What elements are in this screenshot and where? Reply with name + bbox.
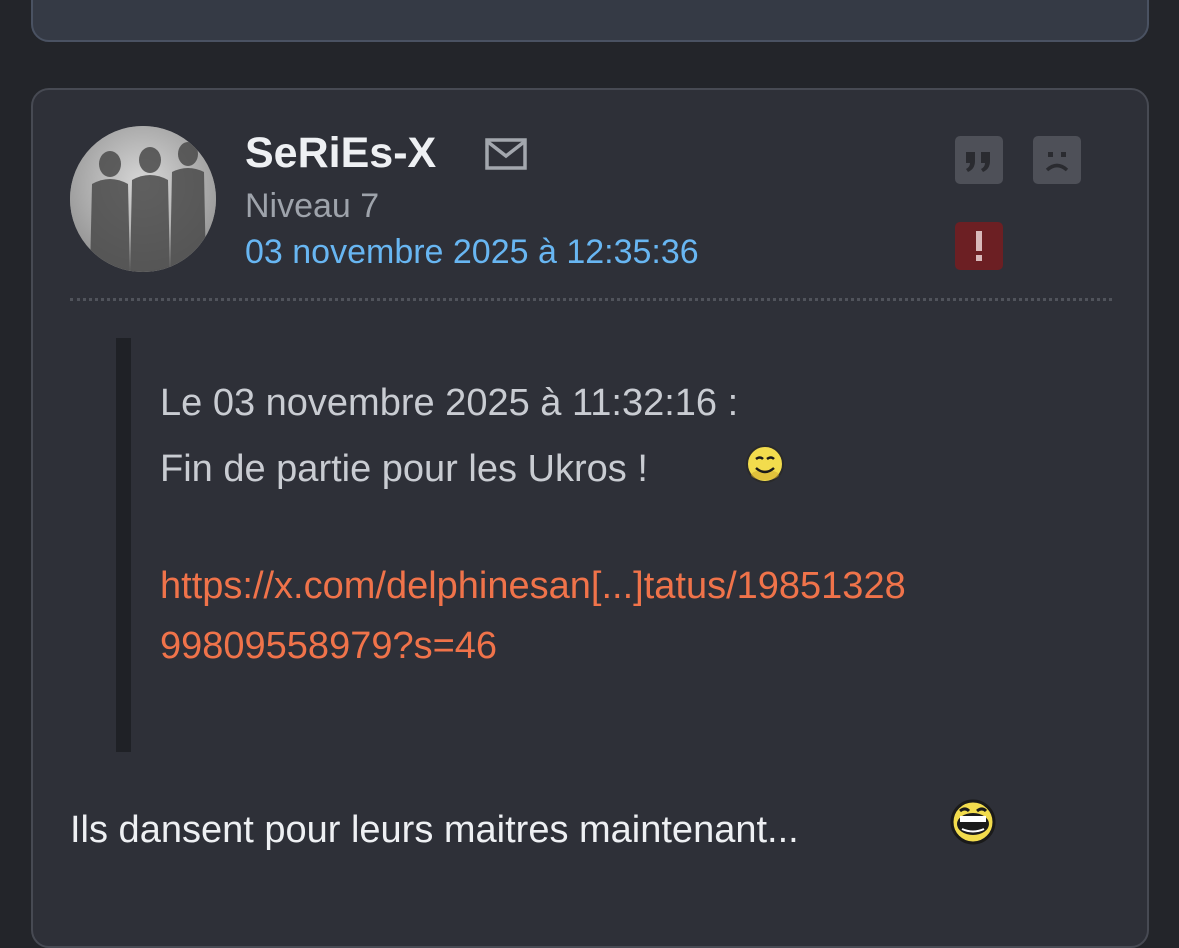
report-button[interactable] [955,222,1003,270]
forum-post: SeRiEs-X Niveau 7 03 novembre 2025 à 12:… [31,88,1149,948]
quote-link-line1[interactable]: https://x.com/delphinesan[...]tatus/1985… [160,565,906,607]
avatar-image [70,126,216,272]
exclamation-icon [976,231,982,261]
avatar[interactable] [70,126,216,272]
quote-link-line2[interactable]: 99809558979?s=46 [160,625,497,667]
post-body-text: Ils dansent pour leurs maitres maintenan… [70,809,799,851]
smile-emoji-icon [742,441,788,487]
sad-face-button[interactable] [1033,136,1081,184]
sad-face-icon [1045,152,1069,172]
header-divider [70,298,1112,301]
quote-icon [966,152,990,172]
quote-header: Le 03 novembre 2025 à 11:32:16 : [160,382,739,424]
quote-text: Fin de partie pour les Ukros ! [160,448,648,490]
laugh-emoji-icon [948,797,998,847]
user-level: Niveau 7 [245,187,380,225]
quote-button[interactable] [955,136,1003,184]
post-date[interactable]: 03 novembre 2025 à 12:35:36 [245,232,699,272]
quote-link[interactable]: https://x.com/delphinesan[...]tatus/1985… [160,556,1100,676]
mail-icon[interactable] [485,138,527,170]
previous-post-card [31,0,1149,42]
username[interactable]: SeRiEs-X [245,128,436,178]
